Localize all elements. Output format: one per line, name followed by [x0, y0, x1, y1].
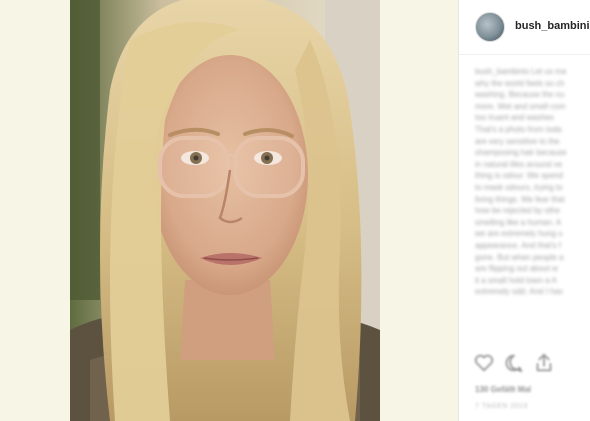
caption-line: washing. Because the nu — [475, 90, 565, 100]
post-date: 7 TAGEN 2019 — [475, 403, 528, 410]
share-icon[interactable] — [533, 352, 555, 374]
caption-line: gone. But when people a — [475, 252, 564, 262]
avatar[interactable] — [475, 12, 505, 42]
caption-line: how be rejected by othe — [475, 206, 560, 216]
post-actions — [473, 352, 583, 378]
page-background — [380, 0, 458, 421]
post-header: bush_bambinis — [459, 0, 590, 55]
caption-line: more. Wet and smell com — [475, 101, 566, 111]
caption-line: shampooing hair because — [475, 148, 567, 158]
caption-line: appearance. And that's f — [475, 240, 562, 250]
caption-line: are flipping out about w — [475, 264, 558, 274]
caption-line: why the world feels so ch — [475, 78, 565, 88]
caption-line: too truant and washes — [475, 113, 554, 123]
caption-line: to mask odours, trying to — [475, 182, 563, 192]
post-caption: bush_bambinis Let us ma why the world fe… — [475, 66, 590, 298]
likes-count[interactable]: 130 Gefällt Mal — [475, 385, 531, 394]
post-panel: bush_bambinis bush_bambinis Let us ma wh… — [458, 0, 590, 421]
caption-line: we are extremely hung u — [475, 229, 563, 239]
caption-line: in natural lifes around ve — [475, 159, 563, 169]
username-link[interactable]: bush_bambinis — [515, 20, 590, 32]
caption-line: it a small hold town a A — [475, 275, 557, 285]
comment-icon[interactable] — [503, 352, 525, 374]
heart-icon[interactable] — [473, 352, 495, 374]
caption-line: thing is odour. We spend — [475, 171, 563, 181]
caption-line: That's a photo from toda — [475, 124, 562, 134]
caption-line: bush_bambinis Let us ma — [475, 67, 567, 76]
caption-line: extremely odd. And I hav — [475, 287, 564, 297]
caption-line: living things. We fear that — [475, 194, 565, 204]
post-photo[interactable] — [70, 0, 380, 421]
portrait-image — [70, 0, 380, 421]
caption-line: are very sensitive to the — [475, 136, 560, 146]
caption-line: smelling like a human. A — [475, 217, 562, 227]
